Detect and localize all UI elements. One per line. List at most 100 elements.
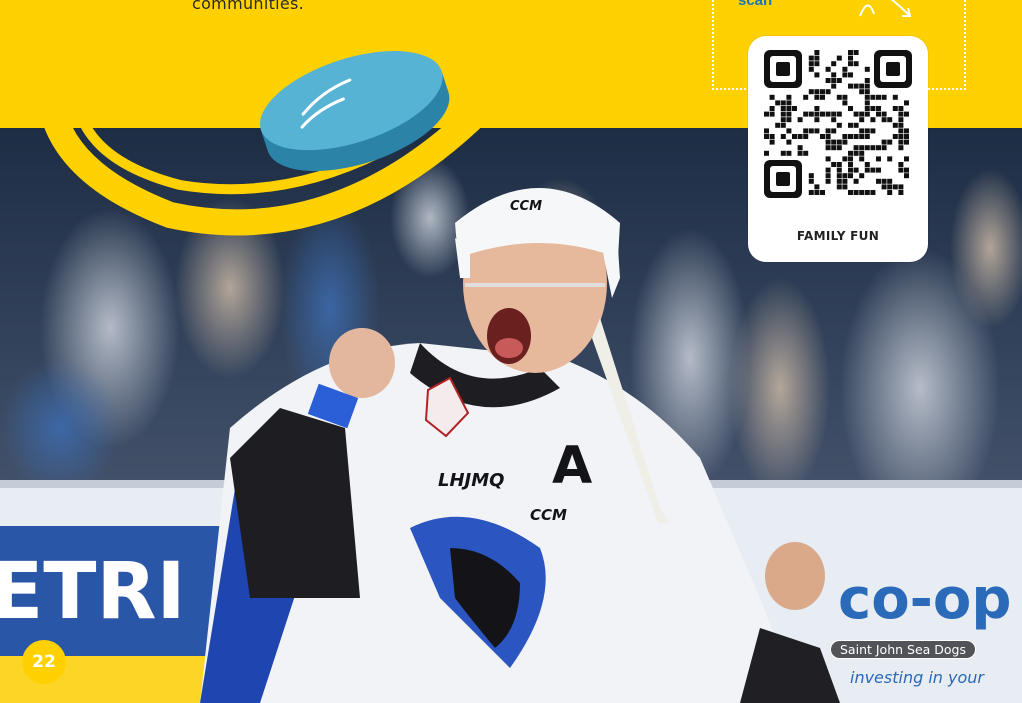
qr-module: [764, 111, 769, 117]
qr-module: [803, 111, 809, 117]
qr-module: [842, 139, 848, 145]
qr-module: [786, 94, 792, 100]
qr-module: [820, 190, 825, 195]
qr-module: [870, 190, 876, 195]
qr-module: [876, 167, 881, 173]
qr-module: [848, 134, 853, 139]
qr-module: [881, 184, 887, 190]
qr-module: [887, 139, 893, 145]
qr-module: [892, 106, 898, 111]
qr-module: [892, 134, 898, 139]
qr-module: [853, 122, 859, 128]
qr-module: [848, 106, 853, 111]
qr-module: [825, 178, 831, 184]
qr-code-card[interactable]: FAMILY FUN: [748, 36, 928, 262]
qr-module: [797, 150, 803, 156]
qr-module: [881, 139, 887, 145]
qr-module: [904, 139, 909, 145]
jersey-brand: CCM: [530, 506, 567, 524]
qr-module: [836, 184, 842, 190]
qr-module: [825, 78, 831, 83]
qr-module: [898, 111, 904, 117]
qr-module: [831, 162, 837, 167]
qr-module: [904, 167, 909, 173]
qr-module: [769, 134, 775, 139]
qr-module: [853, 134, 859, 139]
qr-module: [881, 111, 887, 117]
qr-module: [836, 139, 842, 145]
qr-module: [876, 156, 881, 162]
qr-module: [803, 128, 809, 134]
qr-module: [797, 117, 803, 123]
qr-module: [820, 89, 825, 95]
qr-module: [786, 117, 792, 123]
qr-module: [848, 50, 853, 55]
qr-module: [836, 162, 842, 167]
qr-module: [853, 50, 859, 55]
qr-module: [814, 128, 820, 134]
qr-module: [825, 173, 831, 179]
qr-module: [876, 106, 881, 111]
dasher-ad-right-sub: investing in your: [850, 668, 985, 687]
qr-module: [836, 173, 842, 179]
qr-module: [870, 117, 876, 123]
qr-module: [842, 100, 848, 106]
qr-module: [797, 134, 803, 139]
qr-module: [853, 167, 859, 173]
qr-module: [853, 150, 859, 156]
qr-module: [836, 122, 842, 128]
qr-module: [876, 178, 881, 184]
qr-module: [842, 156, 848, 162]
qr-module: [859, 117, 865, 123]
qr-module: [864, 94, 870, 100]
qr-module: [808, 89, 814, 95]
intro-text-fragment: communities.: [192, 0, 305, 13]
qr-module: [848, 150, 853, 156]
qr-module: [831, 78, 837, 83]
qr-code[interactable]: [758, 44, 918, 204]
qr-module: [825, 89, 831, 95]
qr-module: [825, 66, 831, 72]
qr-module: [786, 139, 792, 145]
qr-module: [904, 128, 909, 134]
qr-module: [898, 190, 904, 195]
qr-module: [859, 190, 865, 195]
qr-label: FAMILY FUN: [796, 229, 880, 243]
qr-module: [876, 94, 881, 100]
qr-module: [853, 111, 859, 117]
qr-module: [836, 78, 842, 83]
qr-module: [842, 184, 848, 190]
qr-module: [898, 134, 904, 139]
qr-module: [898, 117, 904, 123]
qr-module: [864, 162, 870, 167]
qr-module: [898, 145, 904, 151]
qr-module: [859, 89, 865, 95]
qr-module: [848, 83, 853, 89]
qr-module: [904, 100, 909, 106]
qr-module: [803, 134, 809, 139]
qr-module: [831, 139, 837, 145]
qr-module: [853, 145, 859, 151]
qr-module: [881, 178, 887, 184]
qr-module: [859, 150, 865, 156]
qr-module: [808, 66, 814, 72]
qr-module: [808, 61, 814, 67]
qr-module: [853, 83, 859, 89]
qr-module: [848, 156, 853, 162]
qr-module: [887, 184, 893, 190]
qr-module: [769, 139, 775, 145]
qr-module: [904, 111, 909, 117]
qr-module: [859, 173, 865, 179]
qr-module: [808, 178, 814, 184]
qr-module: [769, 106, 775, 111]
qr-module: [898, 106, 904, 111]
qr-module: [904, 173, 909, 179]
qr-module: [820, 111, 825, 117]
qr-module: [881, 145, 887, 151]
qr-module: [904, 134, 909, 139]
qr-module: [814, 106, 820, 111]
qr-module: [775, 122, 781, 128]
qr-module: [825, 111, 831, 117]
qr-module: [808, 111, 814, 117]
qr-module: [848, 190, 853, 195]
